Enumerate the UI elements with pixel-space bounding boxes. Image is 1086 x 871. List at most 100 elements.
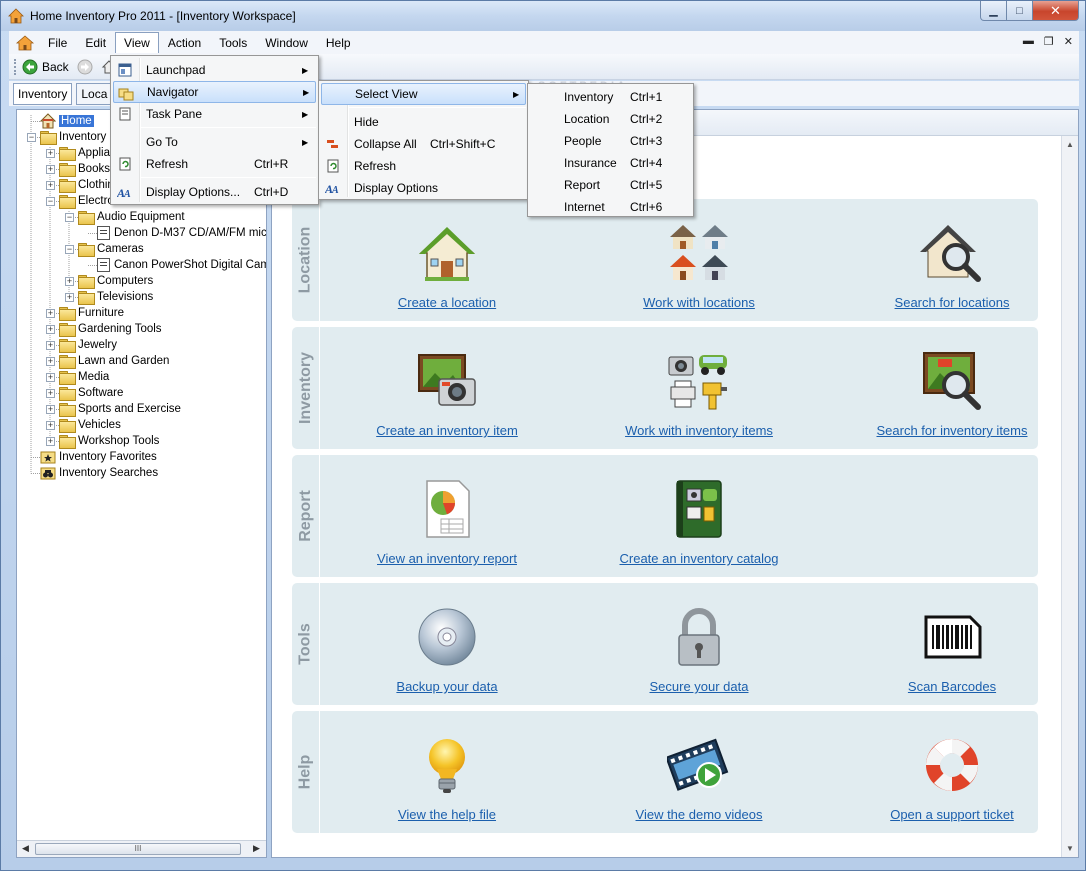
tree-item-televisions[interactable]: + Televisions <box>65 289 153 305</box>
report-icon[interactable] <box>415 477 479 541</box>
tree-item-electro[interactable]: − Electro <box>46 193 114 209</box>
tree-item-denon-d-m37-cd-am-fm-micr[interactable]: Denon D-M37 CD/AM/FM micr <box>84 225 266 241</box>
menu-view[interactable]: View <box>115 32 159 53</box>
film-icon[interactable] <box>667 733 731 797</box>
tree-expander-icon[interactable]: − <box>46 196 55 206</box>
photo-camera-icon[interactable] <box>415 349 479 413</box>
action-link[interactable]: View the help file <box>332 807 562 822</box>
scroll-down-icon[interactable]: ▼ <box>1066 844 1074 853</box>
action-link[interactable]: Backup your data <box>332 679 562 694</box>
menu-item-report[interactable]: Report Ctrl+5 <box>530 174 691 196</box>
menu-item-launchpad[interactable]: Launchpad ▶ <box>113 59 316 81</box>
tree-item-audio-equipment[interactable]: − Audio Equipment <box>65 209 185 225</box>
app-menu-icon[interactable] <box>15 33 35 53</box>
tree-horizontal-scrollbar[interactable]: ◀ III ▶ <box>17 840 266 857</box>
tree-item-lawn-and-garden[interactable]: + Lawn and Garden <box>46 353 169 369</box>
tab-inventory[interactable]: Inventory <box>13 82 73 105</box>
mdi-close-icon[interactable]: ✕ <box>1064 35 1073 48</box>
tree-item-computers[interactable]: + Computers <box>65 273 153 289</box>
tree-item-inventory-searches[interactable]: Inventory Searches <box>27 465 158 481</box>
menu-file[interactable]: File <box>39 32 76 54</box>
padlock-icon[interactable] <box>667 605 731 669</box>
tree-expander-icon[interactable]: + <box>46 436 55 446</box>
action-create-an-inventory-catalog[interactable]: Create an inventory catalog <box>584 455 814 577</box>
tree-expander-icon[interactable]: + <box>46 340 55 350</box>
action-view-the-help-file[interactable]: View the help file <box>332 711 562 833</box>
tree-item-inventory-it[interactable]: − Inventory It <box>27 129 116 145</box>
menu-item-refresh[interactable]: Refresh Ctrl+R <box>113 153 316 175</box>
photo-search-icon[interactable] <box>920 349 984 413</box>
forward-button[interactable] <box>73 57 97 77</box>
menu-item-internet[interactable]: Internet Ctrl+6 <box>530 196 691 218</box>
action-secure-your-data[interactable]: Secure your data <box>584 583 814 705</box>
tree-expander-icon[interactable]: + <box>46 180 55 190</box>
action-link[interactable]: Create an inventory catalog <box>584 551 814 566</box>
action-view-the-demo-videos[interactable]: View the demo videos <box>584 711 814 833</box>
menu-action[interactable]: Action <box>159 32 210 54</box>
tree-expander-icon[interactable]: + <box>46 420 55 430</box>
action-link[interactable]: Secure your data <box>584 679 814 694</box>
tree-item-sports-and-exercise[interactable]: + Sports and Exercise <box>46 401 181 417</box>
lifebuoy-icon[interactable] <box>920 733 984 797</box>
mdi-minimize-icon[interactable]: ▬ <box>1023 35 1034 48</box>
action-link[interactable]: Scan Barcodes <box>837 679 1067 694</box>
scroll-up-icon[interactable]: ▲ <box>1066 140 1074 149</box>
action-search-for-inventory-items[interactable]: Search for inventory items <box>837 327 1067 449</box>
action-create-a-location[interactable]: Create a location <box>332 199 562 321</box>
action-open-a-support-ticket[interactable]: Open a support ticket <box>837 711 1067 833</box>
action-search-for-locations[interactable]: Search for locations <box>837 199 1067 321</box>
action-scan-barcodes[interactable]: Scan Barcodes <box>837 583 1067 705</box>
action-link[interactable]: Search for inventory items <box>837 423 1067 438</box>
menu-item-task-pane[interactable]: Task Pane ▶ <box>113 103 316 125</box>
action-link[interactable]: Work with locations <box>584 295 814 310</box>
scroll-left-icon[interactable]: ◀ <box>22 843 29 854</box>
house-icon[interactable] <box>415 221 479 285</box>
menu-item-select-view[interactable]: Select View ▶ <box>321 83 526 105</box>
tree-item-workshop-tools[interactable]: + Workshop Tools <box>46 433 159 449</box>
tree-item-inventory-favorites[interactable]: Inventory Favorites <box>27 449 157 465</box>
menu-item-display-options[interactable]: A A Display Options... Ctrl+D <box>113 181 316 203</box>
menu-item-navigator[interactable]: Navigator ▶ <box>113 81 316 103</box>
menu-edit[interactable]: Edit <box>76 32 115 54</box>
house-search-icon[interactable] <box>920 221 984 285</box>
scroll-right-icon[interactable]: ▶ <box>253 843 260 854</box>
tree-expander-icon[interactable]: + <box>46 356 55 366</box>
menu-item-insurance[interactable]: Insurance Ctrl+4 <box>530 152 691 174</box>
lightbulb-icon[interactable] <box>415 733 479 797</box>
mdi-restore-icon[interactable]: ❐ <box>1044 35 1054 48</box>
tree-item-books[interactable]: + Books <box>46 161 110 177</box>
workspace-vertical-scrollbar[interactable]: ▲ ▼ <box>1061 136 1078 857</box>
tree-expander-icon[interactable]: − <box>27 132 36 142</box>
action-link[interactable]: View an inventory report <box>332 551 562 566</box>
menu-tools[interactable]: Tools <box>210 32 256 54</box>
tree-item-jewelry[interactable]: + Jewelry <box>46 337 117 353</box>
tree-item-cameras[interactable]: − Cameras <box>65 241 144 257</box>
action-link[interactable]: Create a location <box>332 295 562 310</box>
menu-item-collapse-all[interactable]: Collapse All Ctrl+Shift+C <box>321 133 526 155</box>
tree-item-furniture[interactable]: + Furniture <box>46 305 124 321</box>
tree-expander-icon[interactable]: + <box>46 324 55 334</box>
tree-expander-icon[interactable]: + <box>46 148 55 158</box>
tree-expander-icon[interactable]: − <box>65 212 74 222</box>
tree-expander-icon[interactable]: + <box>46 372 55 382</box>
menu-window[interactable]: Window <box>256 32 317 54</box>
tree-expander-icon[interactable]: + <box>65 292 74 302</box>
tree-item-applian[interactable]: + Applian <box>46 145 116 161</box>
tree-expander-icon[interactable]: − <box>65 244 74 254</box>
maximize-button[interactable]: □ <box>1007 1 1033 21</box>
action-view-an-inventory-report[interactable]: View an inventory report <box>332 455 562 577</box>
items-icon[interactable] <box>667 349 731 413</box>
tree-expander-icon[interactable]: + <box>46 388 55 398</box>
tree-expander-icon[interactable]: + <box>65 276 74 286</box>
action-link[interactable]: Open a support ticket <box>837 807 1067 822</box>
back-button[interactable]: Back <box>18 57 73 77</box>
tab-location[interactable]: Loca <box>76 82 113 105</box>
menu-item-display-options[interactable]: A A Display Options <box>321 177 526 199</box>
action-work-with-inventory-items[interactable]: Work with inventory items <box>584 327 814 449</box>
tree-item-gardening-tools[interactable]: + Gardening Tools <box>46 321 162 337</box>
tree-item-home[interactable]: Home <box>27 113 94 129</box>
menu-item-inventory[interactable]: Inventory Ctrl+1 <box>530 86 691 108</box>
minimize-button[interactable]: ▁ <box>980 1 1007 21</box>
action-create-an-inventory-item[interactable]: Create an inventory item <box>332 327 562 449</box>
menu-item-people[interactable]: People Ctrl+3 <box>530 130 691 152</box>
